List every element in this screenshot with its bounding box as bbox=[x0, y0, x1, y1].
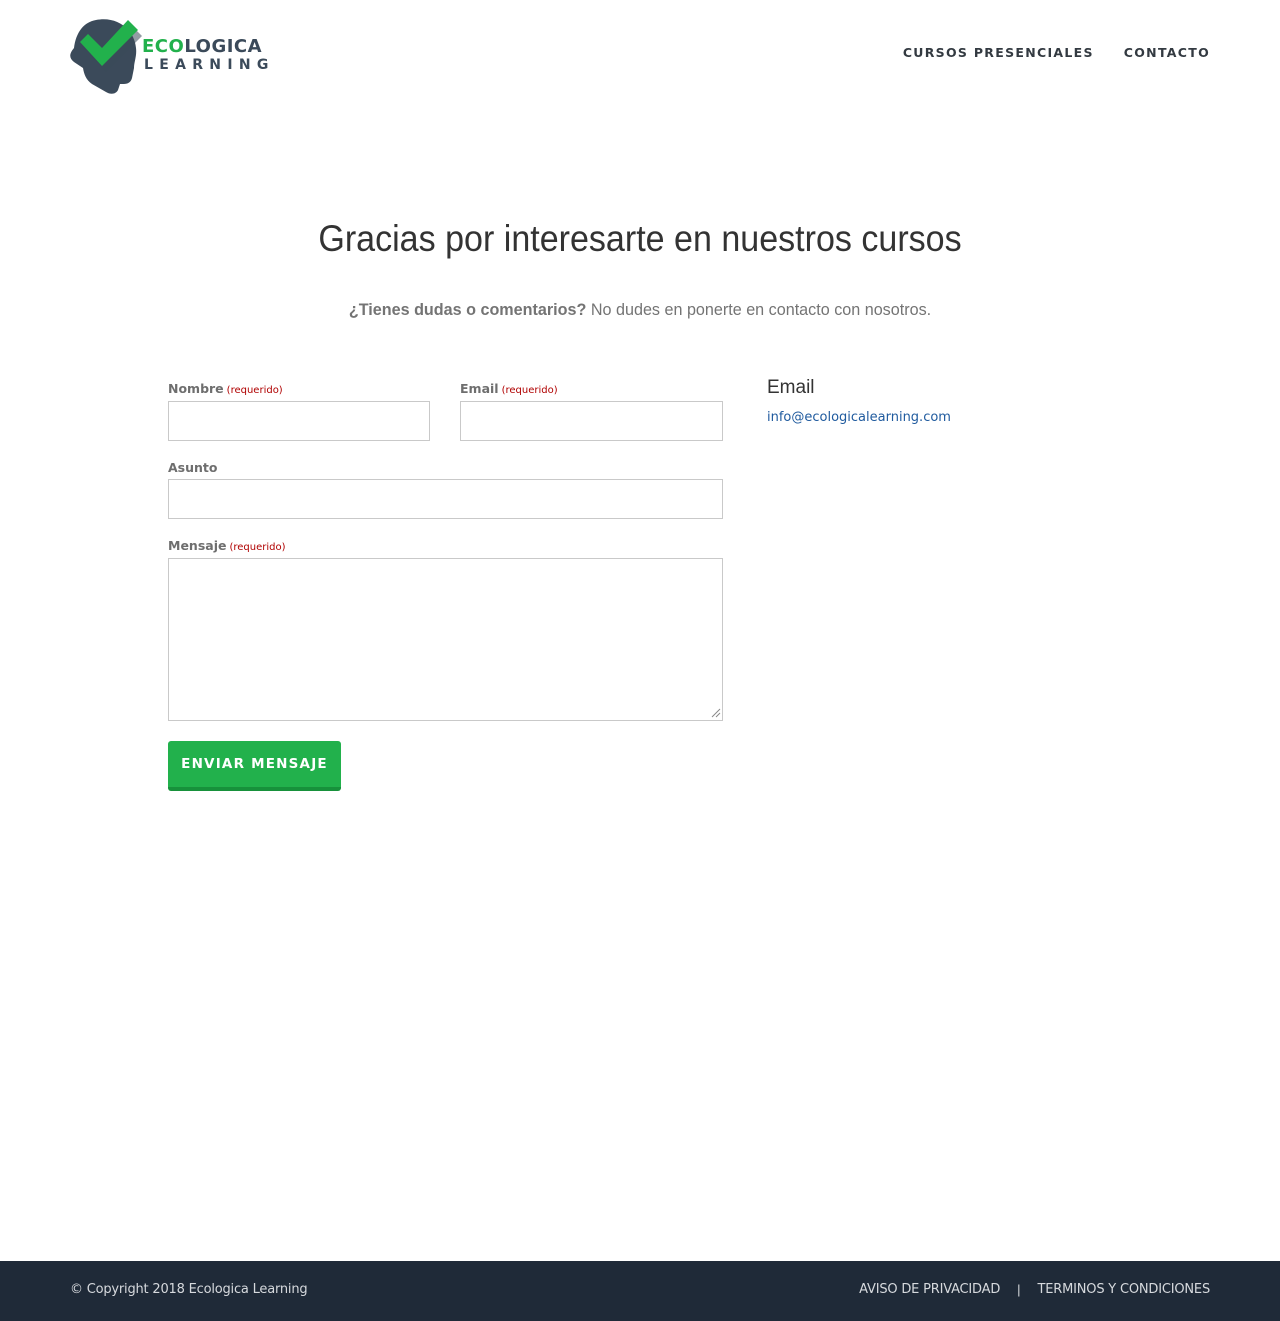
logo-word-learning: LEARNING bbox=[144, 57, 275, 73]
required-indicator: (requerido) bbox=[501, 385, 558, 396]
resize-grip-icon[interactable] bbox=[710, 707, 721, 718]
intro-text: ¿Tienes dudas o comentarios? No dudes en… bbox=[32, 298, 1248, 322]
intro-rest: No dudes en ponerte en contacto con noso… bbox=[590, 300, 932, 319]
subject-field[interactable] bbox=[168, 479, 723, 519]
site-header: ECOLOGICA LEARNING CURSOS PRESENCIALES C… bbox=[0, 0, 1280, 110]
email-label: Email (requerido) bbox=[460, 381, 558, 396]
intro-bold: ¿Tienes dudas o comentarios? bbox=[348, 300, 587, 319]
required-indicator: (requerido) bbox=[229, 542, 286, 553]
copyright-text: © Copyright 2018 Ecologica Learning bbox=[70, 1282, 308, 1297]
message-field[interactable] bbox=[168, 558, 723, 721]
name-field[interactable] bbox=[168, 401, 430, 441]
required-indicator: (requerido) bbox=[226, 385, 283, 396]
message-label: Mensaje (requerido) bbox=[168, 538, 286, 553]
logo-word-ecologica: ECOLOGICA bbox=[142, 36, 263, 57]
footer-links: AVISO DE PRIVACIDAD | TERMINOS Y CONDICI… bbox=[859, 1281, 1210, 1299]
nav-contacto[interactable]: CONTACTO bbox=[1124, 44, 1210, 62]
head-with-checkmark-icon bbox=[70, 19, 142, 94]
footer-separator: | bbox=[1017, 1282, 1021, 1297]
privacy-notice-link[interactable]: AVISO DE PRIVACIDAD bbox=[859, 1281, 1000, 1299]
email-field[interactable] bbox=[460, 401, 723, 441]
terms-link[interactable]: TERMINOS Y CONDICIONES bbox=[1038, 1281, 1211, 1299]
page-title: Gracias por interesarte en nuestros curs… bbox=[318, 218, 962, 259]
contact-email-link[interactable]: info@ecologicalearning.com bbox=[767, 409, 951, 427]
site-logo[interactable]: ECOLOGICA LEARNING bbox=[68, 18, 268, 96]
site-footer: © Copyright 2018 Ecologica Learning AVIS… bbox=[0, 1261, 1280, 1321]
name-label: Nombre (requerido) bbox=[168, 381, 283, 396]
subject-label: Asunto bbox=[168, 460, 218, 475]
send-message-button[interactable]: ENVIAR MENSAJE bbox=[168, 741, 341, 791]
contact-email-heading: Email bbox=[767, 377, 815, 398]
nav-cursos-presenciales[interactable]: CURSOS PRESENCIALES bbox=[903, 44, 1094, 62]
main-nav: CURSOS PRESENCIALES CONTACTO bbox=[903, 44, 1210, 62]
